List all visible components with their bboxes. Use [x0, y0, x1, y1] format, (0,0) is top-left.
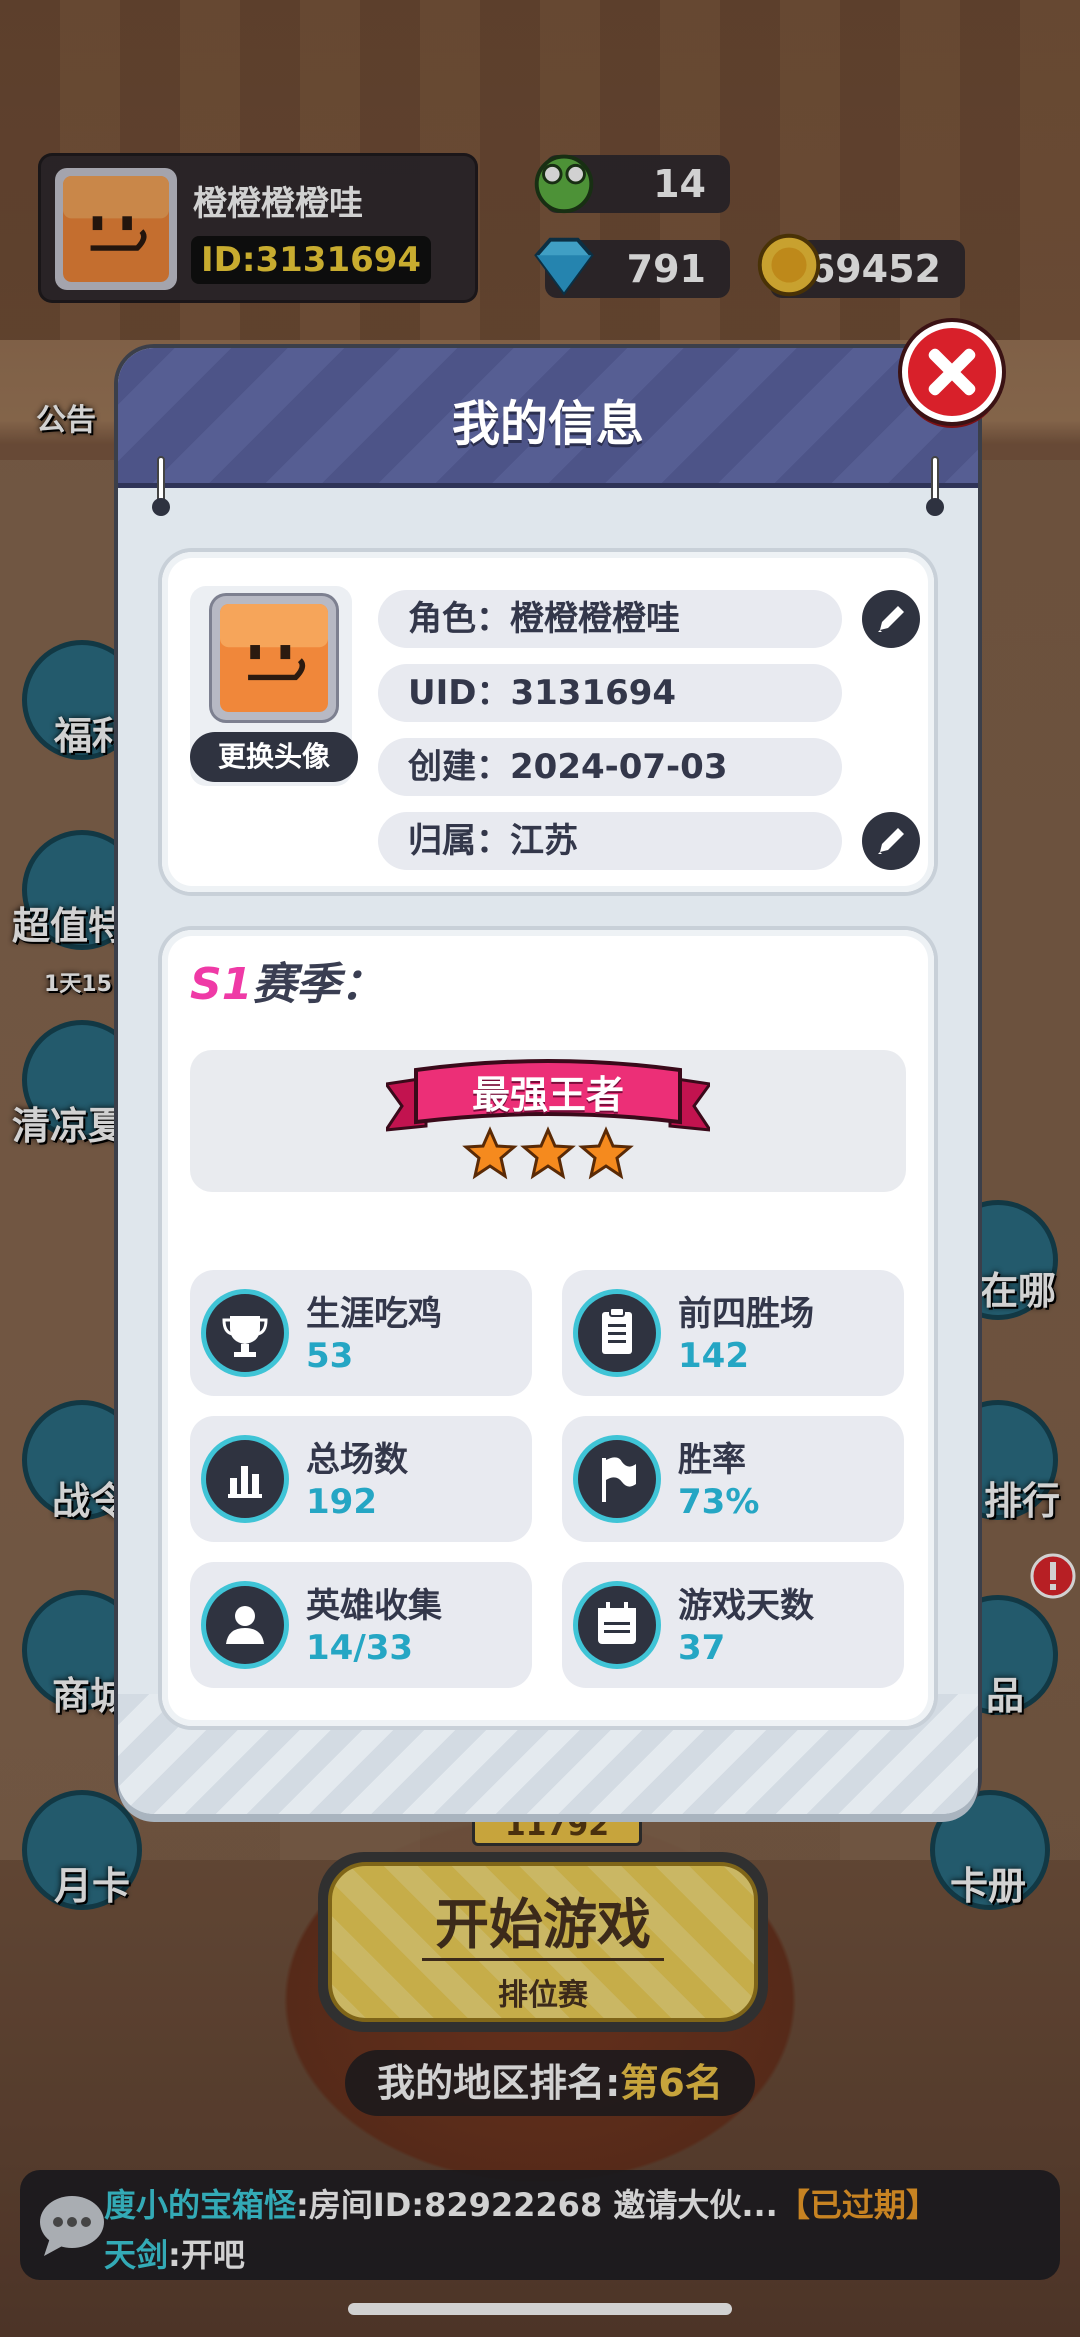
- user-icon: [206, 1586, 284, 1664]
- stat-value: 142: [678, 1336, 749, 1376]
- profile-card: 更换头像 角色：橙橙橙橙哇 UID：3131694 创建：2024-07-03 …: [162, 552, 934, 892]
- stat-label: 游戏天数: [678, 1586, 814, 1626]
- star-icon: [578, 1126, 634, 1180]
- stat-career-wins: 生涯吃鸡 53: [190, 1270, 532, 1396]
- stat-top4-wins: 前四胜场 142: [562, 1270, 904, 1396]
- calendar-icon: [578, 1586, 656, 1664]
- season-suffix: 赛季：: [252, 959, 385, 1010]
- stat-label: 胜率: [678, 1440, 746, 1480]
- created-date-field: 创建：2024-07-03: [378, 738, 842, 796]
- rank-name: 最强王者: [471, 1073, 624, 1117]
- stat-label: 生涯吃鸡: [306, 1294, 442, 1334]
- right-pin-icon: [926, 456, 944, 522]
- stat-value: 14/33: [306, 1628, 414, 1668]
- uid-field: UID：3131694: [378, 664, 842, 722]
- close-modal-button[interactable]: [902, 322, 1002, 422]
- stat-value: 53: [306, 1336, 354, 1376]
- clipboard-icon: [578, 1294, 656, 1372]
- role-field: 角色：橙橙橙橙哇: [378, 590, 842, 648]
- bar-chart-icon: [206, 1440, 284, 1518]
- stat-value: 192: [306, 1482, 377, 1522]
- stat-hero-collection: 英雄收集 14/33: [190, 1562, 532, 1688]
- stat-label: 前四胜场: [678, 1294, 814, 1334]
- flag-icon: [578, 1440, 656, 1518]
- rank-stars: [462, 1126, 634, 1180]
- orange-face-avatar-icon: [220, 604, 328, 712]
- trophy-icon: [206, 1294, 284, 1372]
- stat-total-games: 总场数 192: [190, 1416, 532, 1542]
- season-card: S1赛季： 最强王者 生涯吃鸡 53 前四胜场 142 总场数 192 胜率 7…: [162, 930, 934, 1726]
- region-field: 归属：江苏: [378, 812, 842, 870]
- edit-region-button[interactable]: [862, 812, 920, 870]
- edit-role-button[interactable]: [862, 590, 920, 648]
- my-info-modal: 我的信息 更换头像 角色：橙橙橙橙哇 UID：3131694 创建：2024-0…: [118, 348, 978, 1814]
- stat-play-days: 游戏天数 37: [562, 1562, 904, 1688]
- modal-header: 我的信息: [118, 348, 978, 488]
- left-pin-icon: [152, 456, 170, 522]
- change-avatar-button[interactable]: 更换头像: [190, 732, 358, 782]
- season-title: S1赛季：: [190, 948, 384, 1012]
- stat-label: 英雄收集: [306, 1586, 442, 1626]
- stat-win-rate: 胜率 73%: [562, 1416, 904, 1542]
- avatar[interactable]: [212, 596, 336, 720]
- rank-panel: 最强王者: [190, 1050, 906, 1192]
- pencil-icon: [878, 828, 904, 854]
- stat-label: 总场数: [306, 1440, 408, 1480]
- pencil-icon: [878, 606, 904, 632]
- star-icon: [462, 1126, 518, 1180]
- close-icon: [928, 348, 976, 396]
- season-code: S1: [190, 959, 253, 1010]
- stat-value: 37: [678, 1628, 726, 1668]
- modal-title: 我的信息: [451, 396, 644, 452]
- star-icon: [520, 1126, 576, 1180]
- stat-value: 73%: [678, 1482, 760, 1522]
